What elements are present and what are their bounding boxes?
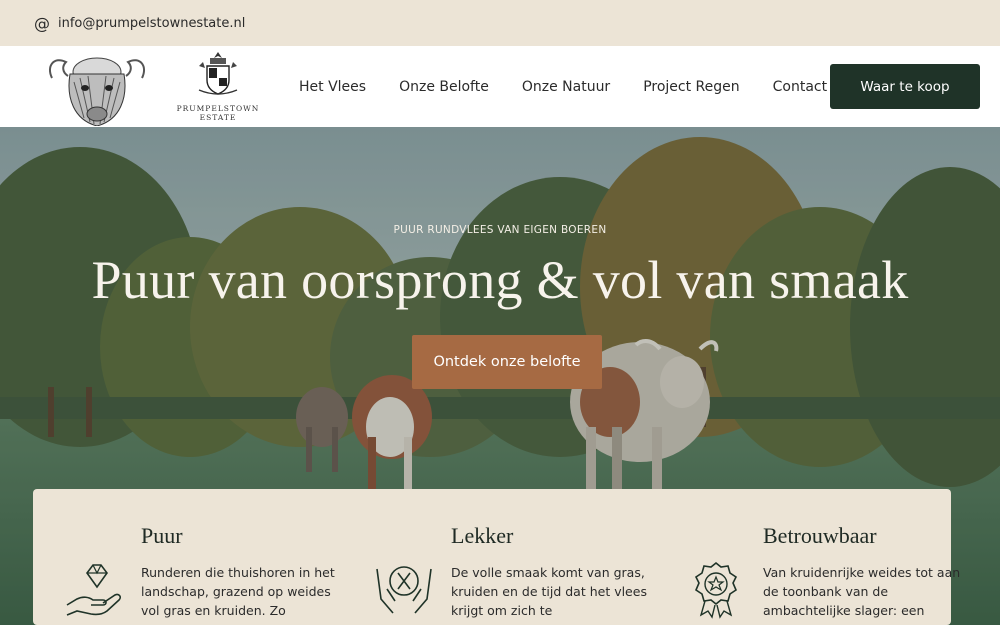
nav-item-onze-natuur[interactable]: Onze Natuur bbox=[522, 79, 610, 95]
feature-text-lekker: De volle smaak komt van gras, kruiden en… bbox=[451, 565, 647, 618]
feature-text-betrouwbaar: Van kruidenrijke weides tot aan de toonb… bbox=[763, 565, 961, 618]
top-bar: @ info@prumpelstownestate.nl bbox=[0, 0, 1000, 46]
estate-crest-logo[interactable]: PRUMPELSTOWN ESTATE bbox=[176, 50, 260, 124]
bull-logo-icon[interactable] bbox=[44, 48, 150, 127]
feature-title-puur: Puur bbox=[141, 523, 183, 548]
main-navigation: PRUMPELSTOWN ESTATE Het Vlees Onze Belof… bbox=[0, 46, 1000, 127]
cutlery-hands-icon bbox=[376, 566, 432, 614]
feature-title-lekker: Lekker bbox=[451, 523, 514, 548]
hero-kicker: PUUR RUNDVLEES VAN EIGEN BOEREN bbox=[393, 224, 607, 236]
nav-item-onze-belofte[interactable]: Onze Belofte bbox=[399, 79, 489, 95]
features-card: Puur Runderen die thuishoren in het land… bbox=[33, 489, 960, 625]
crest-icon bbox=[198, 52, 238, 95]
at-icon: @ bbox=[34, 13, 50, 33]
nav-item-project-regen[interactable]: Project Regen bbox=[643, 79, 739, 95]
where-to-buy-button[interactable]: Waar te koop bbox=[830, 64, 980, 109]
hero-headline: Puur van oorsprong & vol van smaak bbox=[91, 250, 909, 310]
brand-line-2: ESTATE bbox=[199, 113, 237, 122]
award-badge-icon bbox=[694, 561, 738, 619]
feature-title-betrouwbaar: Betrouwbaar bbox=[763, 523, 877, 548]
diamond-hand-icon bbox=[66, 564, 122, 616]
feature-text-puur: Runderen die thuishoren in het landschap… bbox=[141, 565, 335, 618]
nav-item-het-vlees[interactable]: Het Vlees bbox=[299, 79, 366, 95]
email-link[interactable]: info@prumpelstownestate.nl bbox=[58, 16, 245, 31]
nav-item-contact[interactable]: Contact bbox=[773, 79, 827, 95]
nav-menu: Het Vlees Onze Belofte Onze Natuur Proje… bbox=[299, 46, 860, 127]
discover-promise-button[interactable]: Ontdek onze belofte bbox=[412, 335, 602, 389]
brand-line-1: PRUMPELSTOWN bbox=[176, 104, 260, 113]
brand-name: PRUMPELSTOWN ESTATE bbox=[176, 104, 260, 122]
